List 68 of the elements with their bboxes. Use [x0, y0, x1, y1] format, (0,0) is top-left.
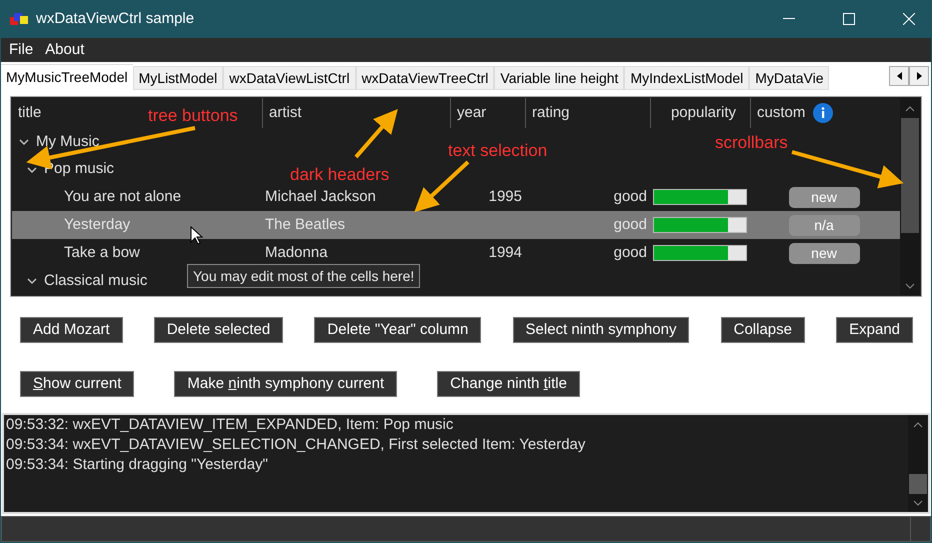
mouse-cursor-icon	[190, 226, 204, 245]
tooltip: You may edit most of the cells here!	[187, 264, 420, 288]
tab-scroll-left-button[interactable]	[889, 66, 909, 86]
annotation-label: scrollbars	[715, 132, 788, 154]
menu-item[interactable]: File	[3, 38, 40, 62]
column-header[interactable]: title	[18, 102, 42, 124]
log-line: 09:53:32: wxEVT_DATAVIEW_ITEM_EXPANDED, Item: Pop music	[6, 415, 454, 435]
year-cell-text: 1994	[488, 242, 522, 263]
log-line: 09:53:34: wxEVT_DATAVIEW_SELECTION_CHANGED, First selected Item: Yesterday	[6, 435, 586, 455]
scrollbar-thumb[interactable]	[901, 118, 919, 233]
action-button[interactable]: Collapse	[720, 317, 805, 343]
close-icon	[903, 13, 915, 25]
maximize-icon	[843, 13, 855, 25]
action-button[interactable]: Show current	[20, 371, 134, 397]
artist-cell: The Beatles	[265, 216, 346, 234]
column-header[interactable]: custom	[757, 102, 806, 124]
tab-scroll-right-button[interactable]	[909, 66, 929, 86]
column-header[interactable]: artist	[269, 102, 302, 124]
title-cell-text: Take a bow	[64, 242, 140, 263]
log-line: 09:53:34: Starting dragging "Yesterday"	[6, 455, 269, 475]
column-header[interactable]: popularity	[670, 102, 736, 124]
column-header[interactable]: year	[457, 102, 486, 124]
annotation-label: text selection	[448, 140, 548, 162]
action-button[interactable]: Make ninth symphony current	[174, 371, 398, 397]
tab[interactable]: MyListModel	[132, 66, 224, 90]
action-button[interactable]: Delete selected	[154, 317, 284, 343]
app-icon	[10, 12, 28, 26]
title-cell-text: You are not alone	[64, 187, 182, 208]
rating-cell-text: good	[614, 242, 647, 263]
tab[interactable]: wxDataViewListCtrl	[223, 66, 356, 90]
annotation-label: dark headers	[290, 164, 390, 186]
scrollbar[interactable]	[900, 98, 920, 295]
action-button[interactable]: Select ninth symphony	[512, 317, 690, 343]
scroll-up-icon	[913, 422, 923, 428]
tab[interactable]: Variable line height	[494, 66, 624, 90]
action-button[interactable]: Delete "Year" column	[314, 317, 482, 343]
title-cell-text: My Music	[36, 132, 100, 152]
scrollbar[interactable]	[908, 415, 928, 512]
tab[interactable]: MyIndexListModel	[624, 66, 750, 90]
annotation-arrow	[354, 108, 398, 158]
year-cell-text: 1995	[488, 187, 522, 208]
artist-cell: Michael Jackson	[265, 188, 376, 206]
rating-cell-text: good	[614, 215, 647, 236]
action-button[interactable]: Add Mozart	[20, 317, 123, 343]
title-cell-text: Classical music	[44, 270, 148, 291]
tab[interactable]: wxDataViewTreeCtrl	[356, 66, 494, 90]
annotation-arrow	[414, 160, 470, 212]
left-arrow-icon	[896, 72, 902, 80]
column-header[interactable]: rating	[532, 102, 570, 124]
scroll-down-icon	[913, 500, 923, 506]
custom-pill: new	[788, 186, 860, 208]
tab[interactable]: MyDataVie	[749, 66, 830, 90]
annotation-label: tree buttons	[148, 105, 238, 127]
minimize-icon	[783, 18, 795, 20]
info-icon	[813, 102, 834, 123]
custom-pill: new	[788, 242, 860, 264]
action-button[interactable]: Expand	[836, 317, 913, 343]
rating-cell-text: good	[614, 187, 647, 208]
action-button[interactable]: Change ninth title	[437, 371, 580, 397]
title-cell-text: Yesterday	[64, 215, 130, 236]
menu-item[interactable]: About	[39, 38, 90, 62]
scroll-up-icon	[905, 106, 915, 112]
artist-cell: Madonna	[265, 244, 328, 261]
custom-pill: n/a	[788, 214, 860, 236]
right-arrow-icon	[916, 72, 922, 80]
scroll-down-icon	[905, 283, 915, 289]
window-title: wxDataViewCtrl sample	[36, 8, 194, 29]
scrollbar-thumb[interactable]	[909, 474, 927, 494]
